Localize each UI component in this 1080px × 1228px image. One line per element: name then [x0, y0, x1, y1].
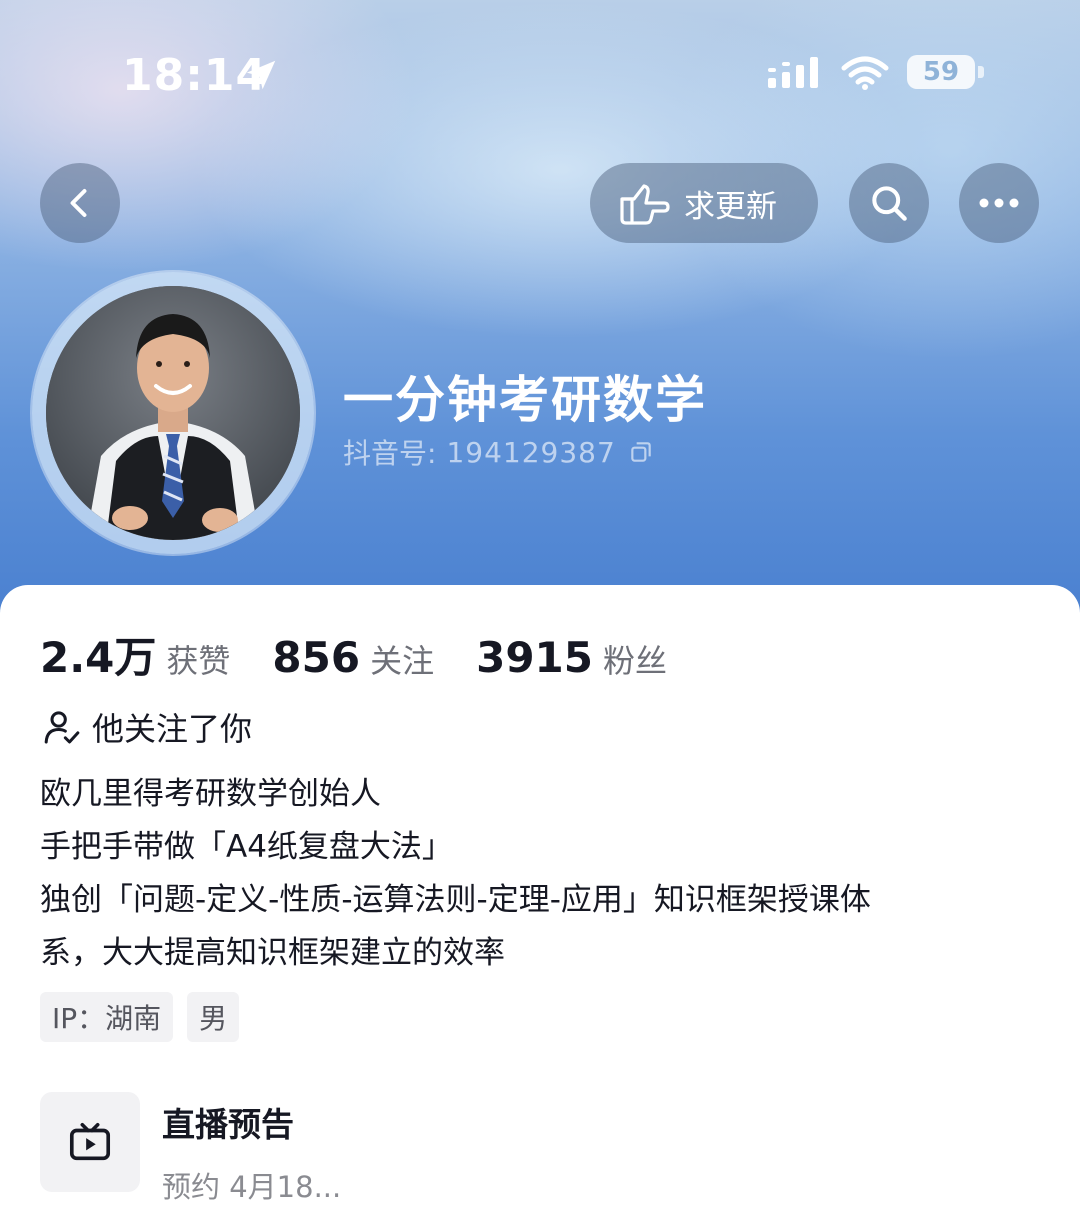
back-button[interactable]	[40, 163, 120, 243]
following-count[interactable]: 856	[272, 633, 360, 682]
bio-line: 系，大大提高知识框架建立的效率	[40, 935, 505, 971]
likes-count[interactable]: 2.4万	[40, 624, 156, 685]
live-preview-title: 直播预告	[162, 1105, 294, 1144]
avatar-portrait-image	[46, 286, 300, 540]
live-preview-text: 直播预告 预约 4月18...	[162, 1092, 341, 1206]
cellular-signal-icon	[768, 57, 818, 88]
search-button[interactable]	[849, 163, 929, 243]
request-update-label: 求更新	[684, 188, 777, 225]
avatar[interactable]	[46, 286, 300, 540]
douyin-id-label: 抖音号:	[343, 437, 437, 470]
pointing-hand-icon	[620, 184, 670, 225]
battery-tip	[978, 66, 984, 78]
douyin-id-row[interactable]: 抖音号: 194129387	[343, 432, 654, 472]
wifi-icon	[841, 56, 889, 90]
profile-tags: IP：湖南 男	[40, 992, 253, 1042]
request-update-button[interactable]: 求更新	[590, 163, 818, 243]
search-icon	[872, 186, 907, 221]
followers-count[interactable]: 3915	[476, 633, 593, 682]
following-label[interactable]: 关注	[370, 636, 434, 682]
location-arrow-icon	[246, 60, 276, 90]
stats-row: 2.4万 获赞 856 关注 3915 粉丝	[40, 624, 709, 685]
battery-indicator: 59	[907, 55, 975, 89]
profile-name: 一分钟考研数学	[343, 371, 707, 429]
more-dots-icon	[979, 198, 1019, 208]
follows-you-indicator: 他关注了你	[42, 704, 252, 750]
chevron-left-icon	[70, 189, 87, 217]
follows-you-text: 他关注了你	[92, 710, 253, 748]
live-preview-subtitle: 预约 4月18...	[162, 1170, 342, 1204]
more-options-button[interactable]	[959, 163, 1039, 243]
live-preview-entry[interactable]: 直播预告 预约 4月18...	[40, 1092, 341, 1206]
gender-tag: 男	[187, 992, 240, 1042]
followers-label[interactable]: 粉丝	[603, 636, 667, 682]
douyin-id-value: 194129387	[446, 435, 616, 469]
ip-location-tag: IP：湖南	[40, 992, 174, 1042]
user-check-icon	[44, 711, 80, 744]
bio-line: 手把手带做「A4纸复盘大法」	[40, 829, 453, 865]
likes-label[interactable]: 获赞	[166, 636, 230, 682]
live-icon-box	[40, 1092, 140, 1192]
bio-line: 欧几里得考研数学创始人	[40, 776, 381, 812]
bio: 欧几里得考研数学创始人 手把手带做「A4纸复盘大法」 独创「问题-定义-性质-运…	[40, 768, 1030, 980]
tv-play-icon	[69, 1122, 111, 1161]
bio-line: 独创「问题-定义-性质-运算法则-定理-应用」知识框架授课体	[40, 882, 871, 918]
copy-icon[interactable]	[628, 439, 654, 465]
